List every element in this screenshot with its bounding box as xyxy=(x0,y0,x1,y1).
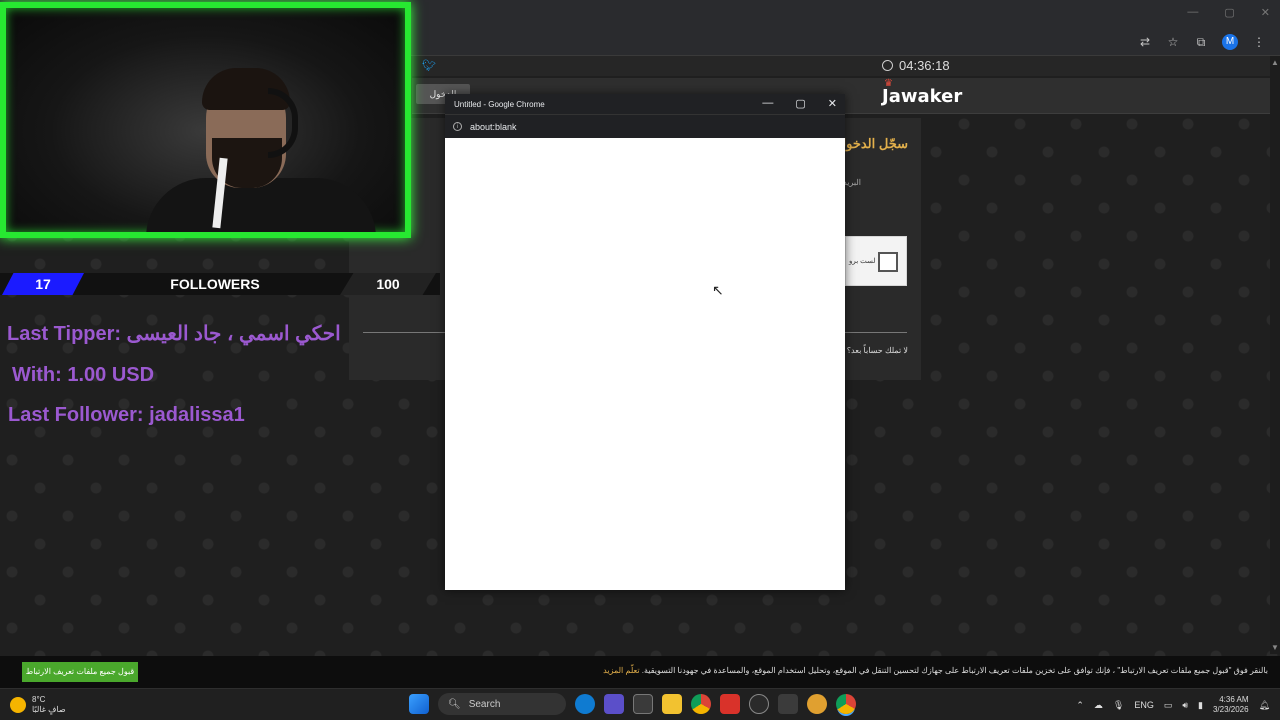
popup-close-button[interactable]: ✕ xyxy=(828,97,837,110)
scroll-up-icon[interactable]: ▲ xyxy=(1271,58,1279,67)
captcha-checkbox[interactable] xyxy=(878,252,898,272)
popup-url: about:blank xyxy=(470,122,517,132)
profile-avatar[interactable]: M xyxy=(1222,34,1238,50)
tip-amount: With: 1.00 USD xyxy=(12,364,155,386)
windows-start-icon[interactable] xyxy=(409,694,429,714)
twitter-icon[interactable]: 🐦︎ xyxy=(422,59,436,72)
recaptcha-widget[interactable]: أنا لست برو xyxy=(845,236,907,286)
popup-window[interactable]: Untitled - Google Chrome — ▢ ✕ i about:b… xyxy=(445,94,845,590)
maximize-button[interactable]: ▢ xyxy=(1224,6,1234,19)
network-icon[interactable]: ▭ xyxy=(1164,700,1173,711)
page-scrollbar[interactable]: ▲ ▼ xyxy=(1270,56,1280,654)
menu-icon[interactable]: ⋮ xyxy=(1252,35,1266,49)
info-icon[interactable]: i xyxy=(453,122,462,131)
clock-icon xyxy=(882,60,893,71)
taskbar-apps: 🔍︎ Search xyxy=(409,693,856,715)
window-controls: — ▢ ✕ xyxy=(1187,6,1270,19)
logo-crown-icon: ♛ xyxy=(884,78,893,89)
cookie-text: بالنقر فوق "قبول جميع ملفات تعريف الارتب… xyxy=(603,666,1268,675)
system-tray: ⌃ ☁︎ 🎙︎ ENG ▭ 🔊︎ ▮ 4:36 AM 3/23/2026 🔔︎ xyxy=(1076,695,1270,715)
logo-text: Jawaker xyxy=(882,86,963,107)
last-tipper: Last Tipper: احكي اسمي ، جاد العيسى xyxy=(7,323,341,345)
followers-bar: 17 FOLLOWERS 100 xyxy=(0,273,440,295)
popup-address-bar[interactable]: i about:blank xyxy=(445,114,845,138)
taskbar-time: 4:36 AM xyxy=(1219,695,1249,704)
extensions-icon[interactable]: ⧉ xyxy=(1194,35,1208,49)
volume-icon[interactable]: 🔊︎ xyxy=(1182,700,1188,711)
copilot-icon[interactable] xyxy=(604,694,624,714)
headset-icon xyxy=(268,88,298,158)
popup-minimize-button[interactable]: — xyxy=(762,97,773,110)
popup-title: Untitled - Google Chrome xyxy=(454,100,545,109)
language-indicator[interactable]: ENG xyxy=(1134,700,1154,710)
popup-titlebar[interactable]: Untitled - Google Chrome — ▢ ✕ xyxy=(445,94,845,114)
login-title: سجّل الدخول xyxy=(836,136,908,151)
search-label: Search xyxy=(468,698,501,710)
webcam-feed xyxy=(0,2,411,238)
onedrive-icon[interactable]: ☁︎ xyxy=(1094,700,1103,711)
microphone-icon[interactable]: 🎙︎ xyxy=(1113,700,1124,711)
last-follower: Last Follower: jadalissa1 xyxy=(8,404,245,426)
windows-taskbar: 8°C صافٍ غالبًا 🔍︎ Search ⌃ ☁︎ 🎙︎ ENG ▭ … xyxy=(0,688,1280,720)
edge-icon[interactable] xyxy=(575,694,595,714)
weather-sun-icon xyxy=(10,697,26,713)
taskbar-clock[interactable]: 4:36 AM 3/23/2026 xyxy=(1213,695,1249,715)
learn-more-link[interactable]: تعلّم المزيد xyxy=(603,666,639,675)
close-button[interactable]: ✕ xyxy=(1261,6,1270,19)
chrome-icon[interactable] xyxy=(691,694,711,714)
site-clock: 04:36:18 xyxy=(882,58,950,73)
taskbar-date: 3/23/2026 xyxy=(1212,705,1249,714)
followers-count: 17 xyxy=(2,273,84,295)
weather-widget[interactable]: 8°C صافٍ غالبًا xyxy=(10,695,66,715)
chrome-active-icon[interactable] xyxy=(836,694,856,714)
mouse-cursor-icon: ↖ xyxy=(712,282,724,298)
battery-icon[interactable]: ▮ xyxy=(1198,700,1203,711)
store-icon[interactable] xyxy=(633,694,653,714)
translate-icon[interactable]: ⇄ xyxy=(1138,35,1152,49)
chevron-up-icon[interactable]: ⌃ xyxy=(1076,700,1084,711)
accept-cookies-button[interactable]: قبول جميع ملفات تعريف الارتباط xyxy=(22,662,138,682)
epic-games-icon[interactable] xyxy=(778,694,798,714)
cookie-banner: قبول جميع ملفات تعريف الارتباط بالنقر فو… xyxy=(0,656,1280,688)
taskbar-search[interactable]: 🔍︎ Search xyxy=(438,693,566,715)
search-icon: 🔍︎ xyxy=(448,698,461,710)
scroll-down-icon[interactable]: ▼ xyxy=(1271,643,1279,652)
star-icon[interactable]: ☆ xyxy=(1166,35,1180,49)
followers-label: FOLLOWERS xyxy=(170,276,260,292)
wps-icon[interactable] xyxy=(720,694,740,714)
site-top-bar: 🐦︎ 04:36:18 xyxy=(412,56,1270,76)
clock-time: 04:36:18 xyxy=(899,58,950,73)
steam-icon[interactable] xyxy=(749,694,769,714)
weather-desc: صافٍ غالبًا xyxy=(32,705,66,714)
site-logo[interactable]: ♛ Jawaker xyxy=(882,78,963,107)
cookie-message: بالنقر فوق "قبول جميع ملفات تعريف الارتب… xyxy=(641,666,1268,675)
email-label: البريد xyxy=(843,178,861,187)
streamer-shirt xyxy=(146,178,376,232)
app-badge-icon[interactable] xyxy=(807,694,827,714)
file-explorer-icon[interactable] xyxy=(662,694,682,714)
minimize-button[interactable]: — xyxy=(1187,6,1198,19)
signup-prompt[interactable]: لا تملك حساباً بعد؟ ان xyxy=(836,346,908,355)
weather-temp: 8°C xyxy=(32,695,46,704)
followers-goal: 100 xyxy=(340,273,436,295)
popup-maximize-button[interactable]: ▢ xyxy=(795,97,805,110)
notification-icon[interactable]: 🔔︎ xyxy=(1259,700,1270,711)
